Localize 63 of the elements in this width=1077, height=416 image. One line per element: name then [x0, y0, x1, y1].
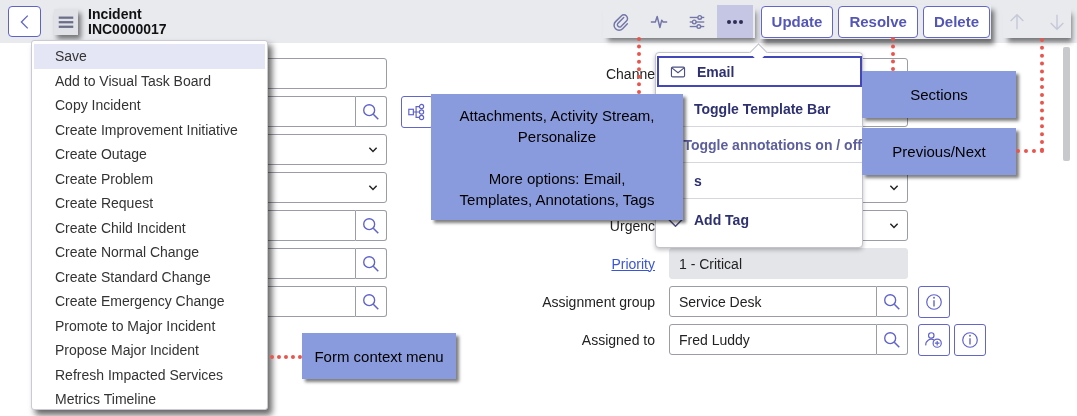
search-icon — [361, 101, 381, 122]
callout-text: More options: Email, Templates, Annotations, Tags — [458, 168, 656, 210]
menu-item[interactable]: Email — [657, 56, 862, 87]
info-button[interactable] — [918, 285, 950, 318]
paperclip-icon — [610, 11, 631, 32]
search-icon — [882, 291, 902, 312]
search-button[interactable] — [356, 210, 387, 241]
action-button[interactable]: Delete — [922, 5, 990, 38]
menu-item[interactable]: Create Improvement Initiative — [34, 117, 265, 142]
callout-text: Previous/Next — [891, 142, 987, 162]
reference-field[interactable]: Service Desk — [669, 286, 877, 317]
menu-item[interactable]: Copy Incident — [34, 93, 265, 118]
field-label: Urgenc — [609, 217, 655, 234]
reference-field[interactable]: Fred Luddy — [669, 324, 877, 355]
add-user-button[interactable] — [918, 323, 950, 356]
menu-item[interactable]: Create Normal Change — [34, 240, 265, 265]
search-icon — [361, 253, 381, 274]
leader-line — [270, 355, 302, 359]
menu-item[interactable]: Metrics Timeline — [34, 387, 265, 412]
search-icon — [361, 291, 381, 312]
search-button[interactable] — [356, 96, 387, 127]
readonly-field: 1 - Critical — [669, 248, 908, 279]
menu-item[interactable]: Create Child Incident — [34, 215, 265, 240]
field-label: Assignment group — [542, 293, 655, 310]
arrow-up-icon — [1007, 11, 1027, 32]
hierarchy-icon — [407, 101, 427, 122]
menu-item[interactable]: Create Problem — [34, 166, 265, 191]
menu-item[interactable]: Create Standard Change — [34, 264, 265, 289]
menu-item[interactable]: Save — [34, 44, 265, 69]
search-icon — [361, 215, 381, 236]
menu-item[interactable]: Create Emergency Change — [34, 289, 265, 314]
callout-text: Sections — [909, 85, 969, 105]
form-title: Incident — [88, 6, 143, 22]
menu-item[interactable]: Create Outage — [34, 142, 265, 167]
back-button[interactable] — [8, 6, 41, 37]
menu-item[interactable]: Promote to Major Incident — [34, 313, 265, 338]
menu-item[interactable]: Create Request — [34, 191, 265, 216]
search-icon — [882, 329, 902, 350]
callout-text: Form context menu — [313, 346, 445, 367]
field-label: Assigned to — [581, 331, 655, 348]
menu-item[interactable]: Propose Major Incident — [34, 338, 265, 363]
more-button[interactable] — [716, 5, 753, 38]
record-number: INC0000017 — [88, 21, 167, 37]
menu-item[interactable]: Refresh Impacted Services — [34, 362, 265, 387]
search-button[interactable] — [356, 286, 387, 317]
hierarchy-button[interactable] — [401, 95, 433, 128]
search-button[interactable] — [877, 324, 908, 355]
user-add-icon — [924, 329, 944, 350]
callout-text: Attachments, Activity Stream, Personalize — [458, 105, 656, 147]
scrollbar[interactable] — [1063, 47, 1070, 161]
more-icon — [726, 19, 743, 24]
menu-button[interactable] — [54, 8, 78, 35]
search-button[interactable] — [877, 286, 908, 317]
field-label-link[interactable]: Priority — [611, 255, 655, 272]
action-button[interactable]: Update — [760, 5, 834, 38]
field-label: Channe — [605, 65, 655, 82]
info-button[interactable] — [954, 323, 986, 356]
menu-item[interactable]: Add to Visual Task Board — [34, 68, 265, 93]
leader-line — [891, 37, 895, 71]
info-icon — [924, 291, 944, 312]
action-button[interactable]: Resolve — [838, 5, 918, 38]
info-icon — [960, 329, 980, 350]
search-button[interactable] — [356, 248, 387, 279]
